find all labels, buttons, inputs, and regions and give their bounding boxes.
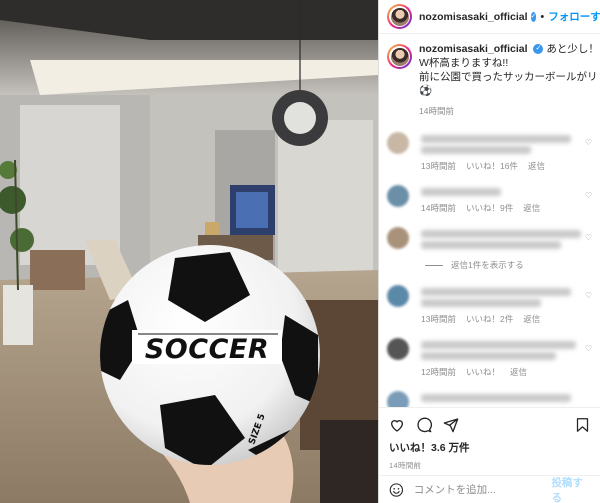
share-icon[interactable] — [443, 417, 459, 433]
author-avatar[interactable] — [387, 4, 412, 29]
commenter-avatar[interactable] — [387, 132, 409, 154]
comment-time: 13時間前 — [421, 161, 456, 171]
like-comment-icon[interactable]: ♡ — [585, 138, 592, 147]
blurred-comment-text — [421, 394, 571, 402]
post-actions: いいね！3.6 万件 14時間前 — [379, 407, 600, 473]
comment-icon[interactable] — [416, 417, 432, 433]
blurred-comment-text — [421, 188, 501, 196]
comment-item: 13時間前 いいね！2件 返信 ♡ — [387, 285, 592, 325]
comment-item: 12時間前 いいね！ 返信 ♡ — [387, 338, 592, 378]
post-comment-button[interactable]: 投稿する — [551, 475, 590, 503]
comment-item — [387, 391, 592, 407]
commenter-avatar[interactable] — [387, 227, 409, 249]
like-comment-icon[interactable]: ♡ — [585, 344, 592, 353]
reply-button[interactable]: 返信 — [528, 160, 545, 172]
blurred-comment-text — [421, 341, 576, 349]
caption-line-1: あと少し！ — [546, 43, 599, 55]
reply-button[interactable]: 返信 — [510, 366, 527, 378]
comment-likes[interactable]: いいね！16件 — [466, 160, 518, 172]
commenter-avatar[interactable] — [387, 185, 409, 207]
like-comment-icon[interactable]: ♡ — [585, 233, 592, 242]
blurred-comment-text — [421, 230, 581, 238]
post-caption: nozomisasaki_official ✓ あと少し！ W杯高まりますね!!… — [387, 42, 599, 118]
emoji-icon[interactable] — [389, 482, 404, 498]
blurred-comment-text — [421, 241, 561, 249]
caption-line-4: ⚽ — [419, 85, 433, 97]
comment-likes[interactable]: いいね！2件 — [466, 313, 513, 325]
view-replies-button[interactable]: 返信1件を表示する — [425, 259, 592, 271]
caption-line-3: 前に公園で買ったサッカーボールがリビング — [419, 71, 599, 83]
comment-likes[interactable]: いいね！ — [466, 366, 500, 378]
blurred-comment-text — [421, 146, 531, 154]
like-count[interactable]: いいね！3.6 万件 — [389, 440, 590, 455]
reply-button[interactable]: 返信 — [523, 202, 540, 214]
comment-item: ♡ — [387, 227, 592, 249]
comment-time: 13時間前 — [421, 314, 456, 324]
blurred-comment-text — [421, 352, 556, 360]
photo-scene: SOCCER SIZE 5 — [0, 0, 378, 503]
follow-button[interactable]: フォローする — [548, 9, 600, 24]
separator-dot: • — [540, 10, 545, 23]
comment-time: 14時間前 — [421, 203, 456, 213]
like-comment-icon[interactable]: ♡ — [585, 291, 592, 300]
verified-icon: ✓ — [530, 11, 537, 22]
post-photo[interactable]: SOCCER SIZE 5 — [0, 0, 378, 503]
heart-icon[interactable] — [389, 417, 405, 433]
save-icon[interactable] — [575, 417, 590, 433]
caption-username[interactable]: nozomisasaki_official — [419, 43, 528, 55]
blurred-comment-text — [421, 135, 571, 143]
comment-form: 投稿する — [379, 475, 600, 503]
caption-time: 14時間前 — [419, 106, 454, 116]
caption-avatar[interactable] — [387, 44, 412, 69]
commenter-avatar[interactable] — [387, 391, 409, 407]
comment-time: 12時間前 — [421, 367, 456, 377]
ball-text: SOCCER — [145, 334, 269, 365]
caption-line-2: W杯高まりますね!! — [419, 57, 509, 69]
author-username[interactable]: nozomisasaki_official — [419, 11, 528, 23]
comments-list[interactable]: nozomisasaki_official ✓ あと少し！ W杯高まりますね!!… — [379, 34, 600, 407]
like-comment-icon[interactable]: ♡ — [585, 191, 592, 200]
post-sidebar: nozomisasaki_official ✓ • フォローする nozomis… — [378, 0, 600, 503]
replies-divider — [425, 264, 443, 266]
comment-item: 13時間前 いいね！16件 返信 ♡ — [387, 132, 592, 172]
blurred-comment-text — [421, 288, 571, 296]
blurred-comment-text — [421, 299, 541, 307]
post-timestamp: 14時間前 — [389, 461, 422, 470]
view-replies-label: 返信1件を表示する — [451, 260, 524, 270]
verified-icon: ✓ — [533, 44, 544, 55]
commenter-avatar[interactable] — [387, 285, 409, 307]
comment-likes[interactable]: いいね！9件 — [466, 202, 513, 214]
post-header: nozomisasaki_official ✓ • フォローする — [379, 0, 600, 34]
comment-item: 14時間前 いいね！9件 返信 ♡ — [387, 185, 592, 214]
commenter-avatar[interactable] — [387, 338, 409, 360]
comment-input[interactable] — [413, 483, 552, 496]
reply-button[interactable]: 返信 — [523, 313, 540, 325]
